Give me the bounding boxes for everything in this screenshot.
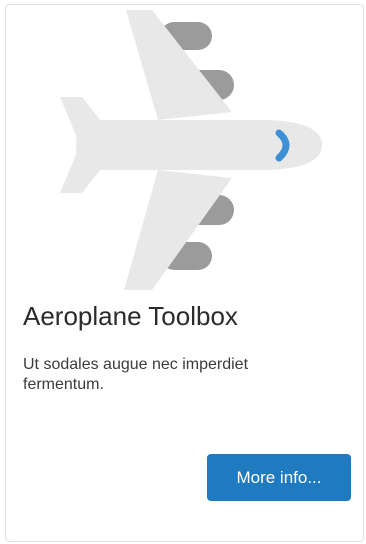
- card-title: Aeroplane Toolbox: [23, 301, 238, 331]
- more-info-button[interactable]: More info...: [207, 454, 351, 501]
- card-description: Ut sodales augue nec imperdiet fermentum…: [23, 356, 249, 393]
- aeroplane-icon: [60, 10, 322, 290]
